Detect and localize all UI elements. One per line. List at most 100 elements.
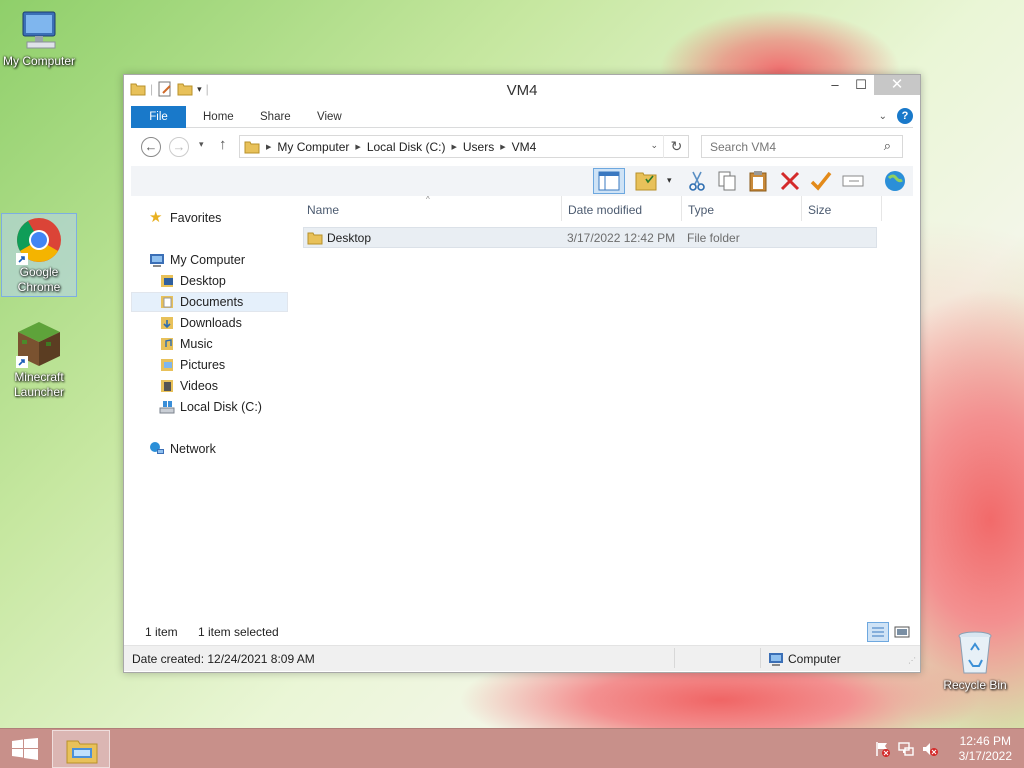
close-button[interactable]: ✕: [874, 75, 920, 95]
copy-icon[interactable]: [715, 170, 739, 192]
breadcrumb-users[interactable]: Users: [463, 140, 494, 154]
chevron-right-icon[interactable]: ▶: [500, 143, 505, 151]
start-button[interactable]: [0, 729, 48, 768]
nav-item-label: Pictures: [180, 358, 226, 372]
desktop-icon-google-chrome[interactable]: Google Chrome: [1, 213, 77, 297]
delete-icon[interactable]: [778, 170, 802, 192]
nav-item-label: Music: [180, 337, 213, 351]
date-created: Date created: 12/24/2021 8:09 AM: [132, 652, 315, 666]
dropdown-icon[interactable]: ▾: [667, 175, 672, 186]
divider: [760, 648, 761, 668]
nav-item-favorites[interactable]: ★ Favorites: [149, 208, 306, 228]
tab-view[interactable]: View: [303, 106, 356, 128]
search-input[interactable]: Search VM4: [701, 135, 903, 158]
cut-icon[interactable]: [685, 170, 709, 192]
nav-item-network[interactable]: Network: [149, 439, 306, 459]
file-row-desktop[interactable]: Desktop 3/17/2022 12:42 PM File folder: [303, 227, 877, 248]
desktop-icon-label: Recycle Bin: [943, 678, 1007, 692]
rename-check-icon[interactable]: [809, 170, 833, 192]
desktop-icon-label: Minecraft Launcher: [13, 370, 65, 399]
nav-item-label: My Computer: [170, 253, 246, 267]
properties-icon[interactable]: [157, 81, 173, 97]
file-name: Desktop: [327, 231, 372, 245]
column-header-type[interactable]: Type: [688, 203, 714, 223]
help-icon[interactable]: ?: [897, 108, 913, 124]
action-center-flag-icon[interactable]: [874, 741, 890, 757]
column-divider[interactable]: [801, 196, 802, 221]
network-status-icon[interactable]: [898, 741, 914, 757]
separator: |: [205, 82, 209, 96]
recent-locations-icon[interactable]: ▾: [199, 139, 204, 150]
column-divider[interactable]: [881, 196, 882, 221]
maximize-button[interactable]: ☐: [848, 75, 874, 95]
column-header-date-modified[interactable]: Date modified: [568, 203, 642, 223]
system-clock[interactable]: 12:46 PM 3/17/2022: [959, 734, 1012, 764]
desktop-icon-my-computer[interactable]: My Computer: [1, 10, 77, 69]
customize-qat-icon[interactable]: ▾: [197, 84, 202, 95]
nav-item-label: Documents: [180, 295, 244, 309]
nav-item-desktop[interactable]: Desktop: [159, 271, 288, 291]
desktop-icon-minecraft-launcher[interactable]: Minecraft Launcher: [1, 320, 77, 400]
nav-item-my-computer[interactable]: My Computer: [149, 250, 306, 270]
divider: [674, 648, 675, 668]
minimize-button[interactable]: –: [822, 75, 848, 95]
paste-icon[interactable]: [746, 170, 770, 192]
breadcrumb-my-computer[interactable]: My Computer: [277, 140, 349, 154]
separator: |: [150, 82, 154, 96]
title-bar[interactable]: | ▾ | VM4 – ☐ ✕: [124, 75, 920, 105]
tab-file[interactable]: File: [131, 106, 186, 128]
address-bar[interactable]: ▶ My Computer ▶ Local Disk (C:) ▶ Users …: [239, 135, 689, 158]
documents-folder-icon: [161, 296, 173, 308]
desktop-icon-recycle-bin[interactable]: Recycle Bin: [937, 630, 1013, 693]
tab-home[interactable]: Home: [189, 106, 248, 128]
column-header-name[interactable]: Name: [307, 203, 339, 223]
nav-item-videos[interactable]: Videos: [159, 376, 288, 396]
column-header-size[interactable]: Size: [808, 203, 831, 223]
pictures-folder-icon: [161, 359, 173, 371]
window-title: VM4: [506, 82, 538, 99]
clock-time: 12:46 PM: [959, 734, 1011, 748]
large-icons-view-button[interactable]: [891, 622, 913, 642]
details-bar: Date created: 12/24/2021 8:09 AM Compute…: [124, 645, 920, 671]
desktop-folder-icon: [161, 275, 173, 287]
column-divider[interactable]: [681, 196, 682, 221]
nav-item-pictures[interactable]: Pictures: [159, 355, 288, 375]
volume-muted-icon[interactable]: [922, 741, 938, 757]
windows-logo-icon: [12, 738, 38, 760]
tab-share[interactable]: Share: [246, 106, 305, 128]
command-toolbar: ▾: [131, 166, 913, 196]
breadcrumb-local-disk[interactable]: Local Disk (C:): [367, 140, 446, 154]
file-explorer-icon: [66, 740, 98, 764]
folder-icon: [130, 83, 146, 96]
refresh-button[interactable]: ↻: [663, 135, 689, 158]
select-all-folder-icon[interactable]: [634, 170, 658, 192]
column-divider[interactable]: [561, 196, 562, 221]
file-list[interactable]: ^ Name Date modified Type Size Desktop 3…: [299, 195, 920, 616]
rename-field-icon[interactable]: [841, 170, 865, 192]
navigation-bar: ← → ▾ ↑ ▶ My Computer ▶ Local Disk (C:) …: [131, 133, 913, 161]
explorer-window[interactable]: | ▾ | VM4 – ☐ ✕ File Home Share View ⌄ ?…: [123, 74, 921, 673]
file-type: File folder: [687, 231, 740, 245]
new-folder-icon[interactable]: [177, 81, 193, 97]
globe-icon[interactable]: [883, 170, 907, 192]
nav-item-music[interactable]: Music: [159, 334, 288, 354]
folder-icon: [307, 232, 323, 245]
resize-grip-icon[interactable]: ⋰: [908, 656, 916, 665]
nav-item-local-disk[interactable]: Local Disk (C:): [159, 397, 288, 417]
up-button[interactable]: ↑: [219, 136, 227, 153]
my-computer-icon: [17, 10, 61, 52]
nav-item-downloads[interactable]: Downloads: [159, 313, 288, 333]
preview-pane-button[interactable]: [593, 168, 625, 194]
chevron-right-icon[interactable]: ▶: [266, 143, 271, 151]
chevron-right-icon[interactable]: ▶: [452, 143, 457, 151]
location-label: Computer: [788, 652, 841, 666]
taskbar-file-explorer[interactable]: [52, 730, 110, 768]
address-dropdown-icon[interactable]: ⌄: [650, 140, 658, 151]
chevron-right-icon[interactable]: ▶: [355, 143, 360, 151]
back-button[interactable]: ←: [141, 137, 161, 157]
forward-button[interactable]: →: [169, 137, 189, 157]
breadcrumb-vm4[interactable]: VM4: [512, 140, 537, 154]
nav-item-documents[interactable]: Documents: [131, 292, 288, 312]
expand-ribbon-icon[interactable]: ⌄: [879, 111, 887, 122]
details-view-button[interactable]: [867, 622, 889, 642]
